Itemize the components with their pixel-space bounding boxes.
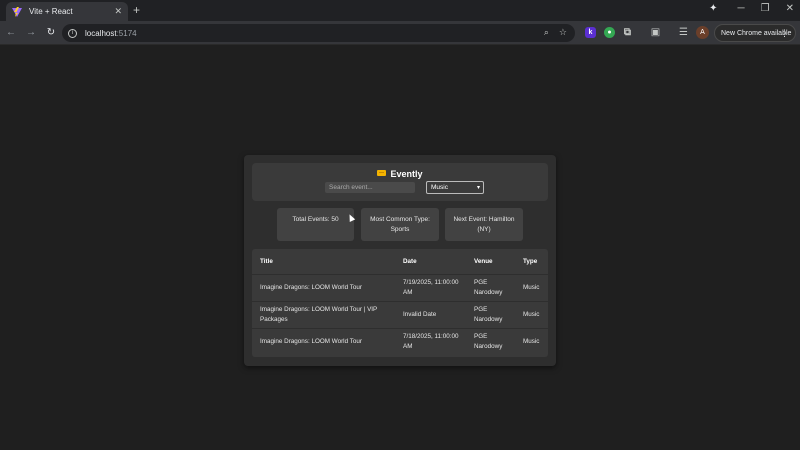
tab-close-icon[interactable]: ✕ bbox=[114, 6, 122, 17]
url-text: localhost:5174 bbox=[85, 29, 137, 38]
cast-icon[interactable]: ▣ bbox=[650, 27, 661, 38]
extension-green-icon[interactable]: ● bbox=[604, 27, 615, 38]
stat-total-events: Total Events: 50 bbox=[277, 208, 354, 241]
url-host: localhost bbox=[85, 28, 117, 38]
cell-venue: PGE Narodowy bbox=[474, 306, 503, 323]
stat-most-common-type: Most Common Type: Sports bbox=[361, 208, 439, 241]
cell-type: Music bbox=[523, 283, 540, 291]
chrome-update-button[interactable]: New Chrome available ⋮ bbox=[714, 24, 796, 42]
vite-logo-icon bbox=[12, 6, 22, 17]
stat-next-label: Next Event: Hamilton (NY) bbox=[453, 215, 515, 233]
cell-date: Invalid Date bbox=[403, 310, 437, 318]
table-row[interactable]: Imagine Dragons: LOOM World Tour 7/18/20… bbox=[252, 328, 548, 355]
menu-dots-icon[interactable]: ⋮ bbox=[780, 28, 789, 39]
profile-avatar[interactable]: A bbox=[696, 26, 709, 39]
brand-title: Evently bbox=[390, 169, 423, 179]
header-title[interactable]: Title bbox=[252, 249, 395, 274]
zoom-icon[interactable]: ⌕ bbox=[544, 27, 549, 38]
app-container: Evently Music ▾ Total Events: 50 Most Co… bbox=[244, 155, 556, 366]
cell-date: 7/19/2025, 11:00:00 AM bbox=[403, 279, 459, 296]
window-controls: ✦ ─ ❐ ✕ bbox=[709, 3, 794, 14]
gemini-sparkle-icon[interactable]: ✦ bbox=[709, 3, 717, 14]
minimize-icon[interactable]: ─ bbox=[738, 3, 745, 14]
tab-title: Vite + React bbox=[29, 7, 73, 16]
stat-total-label: Total Events: 50 bbox=[292, 215, 339, 223]
app-header: Evently Music ▾ bbox=[252, 163, 548, 201]
back-icon[interactable]: ← bbox=[2, 27, 20, 38]
browser-tabstrip: Vite + React ✕ + ✦ ─ ❐ ✕ bbox=[0, 0, 800, 21]
cell-title: Imagine Dragons: LOOM World Tour bbox=[260, 338, 362, 345]
site-info-icon[interactable]: i bbox=[68, 28, 77, 38]
cell-type: Music bbox=[523, 338, 540, 345]
tab-search-icon[interactable]: ☰ bbox=[678, 27, 689, 38]
header-date[interactable]: Date bbox=[395, 249, 466, 274]
type-filter-select[interactable]: Music ▾ bbox=[426, 181, 484, 194]
bookmark-star-icon[interactable]: ☆ bbox=[559, 27, 567, 38]
browser-toolbar: ← → ↻ i localhost:5174 ⌕ ☆ k ● ⧉ ▣ ☰ A N… bbox=[0, 21, 800, 45]
header-type[interactable]: Type bbox=[515, 249, 548, 274]
url-port: :5174 bbox=[116, 28, 137, 38]
search-input[interactable] bbox=[325, 182, 415, 193]
address-bar[interactable]: i localhost:5174 ⌕ ☆ bbox=[62, 24, 575, 42]
window-close-icon[interactable]: ✕ bbox=[786, 3, 794, 14]
browser-tab[interactable]: Vite + React ✕ bbox=[6, 2, 128, 21]
chevron-down-icon: ▾ bbox=[476, 185, 480, 191]
stat-type-label: Most Common Type: Sports bbox=[370, 215, 430, 233]
stat-next-event: Next Event: Hamilton (NY) bbox=[445, 208, 523, 241]
cell-venue: PGE Narodowy bbox=[474, 279, 503, 296]
cell-title: Imagine Dragons: LOOM World Tour bbox=[260, 283, 362, 291]
cell-type: Music bbox=[523, 310, 540, 318]
cell-date: 7/18/2025, 11:00:00 AM bbox=[403, 333, 459, 350]
restore-icon[interactable]: ❐ bbox=[761, 3, 770, 14]
header-venue[interactable]: Venue bbox=[466, 249, 515, 274]
new-tab-icon[interactable]: + bbox=[133, 4, 140, 16]
events-table: Title Date Venue Type Imagine Dragons: L… bbox=[252, 249, 548, 355]
extension-k-icon[interactable]: k bbox=[585, 27, 596, 38]
cell-venue: PGE Narodowy bbox=[474, 333, 503, 350]
reload-icon[interactable]: ↻ bbox=[42, 27, 60, 38]
cell-title: Imagine Dragons: LOOM World Tour | VIP P… bbox=[260, 306, 378, 323]
extensions-puzzle-icon[interactable]: ⧉ bbox=[622, 27, 633, 38]
filter-value: Music bbox=[431, 184, 448, 191]
table-row[interactable]: Imagine Dragons: LOOM World Tour | VIP P… bbox=[252, 301, 548, 328]
ticket-icon bbox=[377, 170, 387, 176]
forward-icon[interactable]: → bbox=[22, 27, 40, 38]
table-row[interactable]: Imagine Dragons: LOOM World Tour 7/19/20… bbox=[252, 274, 548, 301]
app-brand: Evently bbox=[252, 169, 548, 179]
events-table-container: Title Date Venue Type Imagine Dragons: L… bbox=[252, 249, 548, 357]
table-header-row: Title Date Venue Type bbox=[252, 249, 548, 274]
